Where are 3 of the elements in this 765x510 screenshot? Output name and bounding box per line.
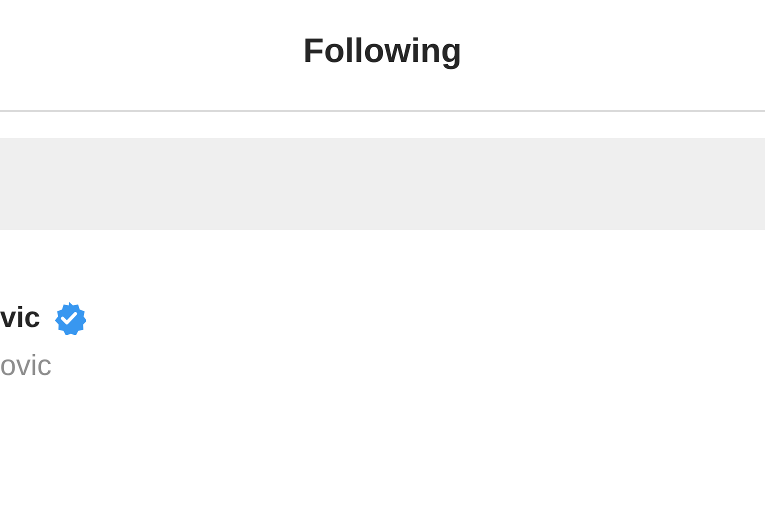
page-title: Following xyxy=(303,30,462,72)
username[interactable]: vic xyxy=(0,304,40,332)
full-name: ovic xyxy=(0,352,53,381)
